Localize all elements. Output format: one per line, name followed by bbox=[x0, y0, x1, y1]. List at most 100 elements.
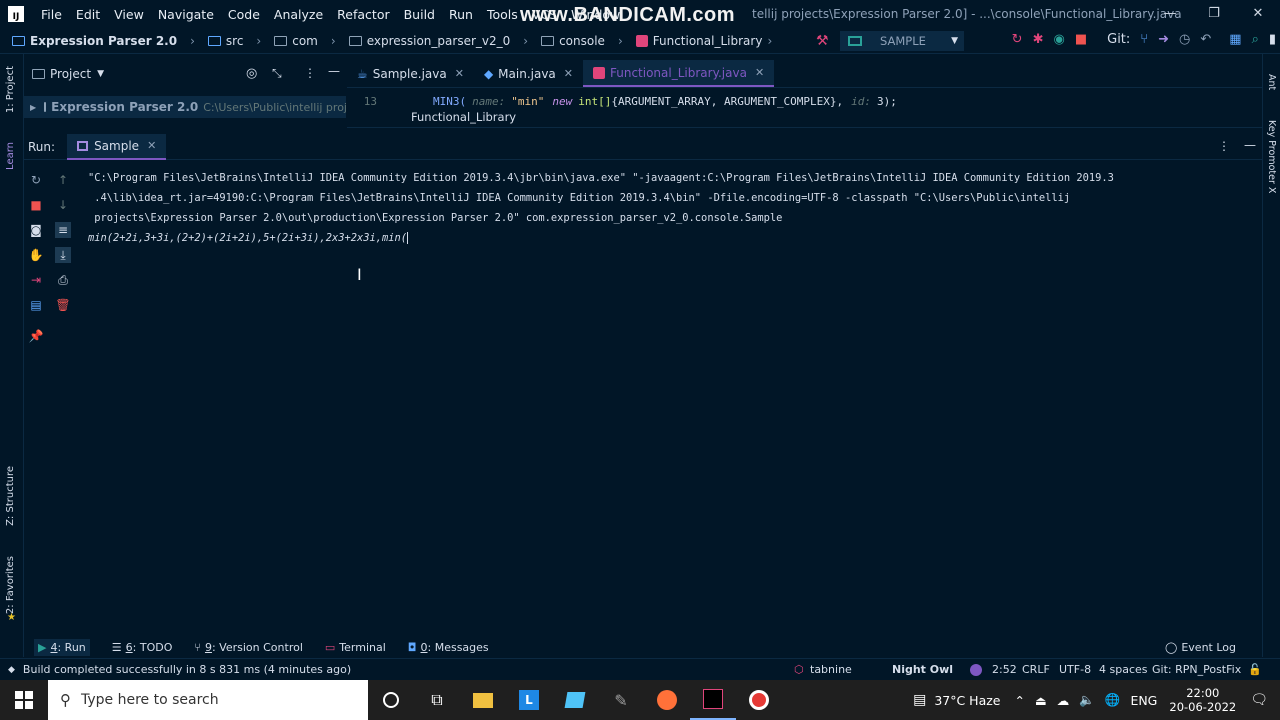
menu-code[interactable]: Code bbox=[221, 7, 267, 22]
weather-label[interactable]: 37°C Haze bbox=[934, 693, 1000, 708]
status-toggle-icon[interactable]: ◆ bbox=[8, 665, 15, 675]
theme-label[interactable]: Night Owl bbox=[892, 663, 953, 676]
tool-key-promoter[interactable]: Key Promoter X bbox=[1266, 120, 1277, 193]
scroll-to-end-icon[interactable]: ⤓ bbox=[55, 247, 71, 263]
language-indicator[interactable]: ENG bbox=[1130, 693, 1157, 708]
menu-run[interactable]: Run bbox=[442, 7, 480, 22]
stop-icon[interactable]: ■ bbox=[28, 197, 44, 213]
notification-icon[interactable]: 🗨 bbox=[1250, 692, 1268, 708]
cortana-icon[interactable] bbox=[368, 680, 414, 720]
tool-project[interactable]: 1: Project bbox=[5, 66, 16, 113]
taskbar-search[interactable]: ⚲ Type here to search bbox=[48, 680, 368, 720]
app-blue-icon[interactable] bbox=[552, 680, 598, 720]
menu-edit[interactable]: Edit bbox=[69, 7, 107, 22]
chevron-down-icon[interactable]: ▼ bbox=[97, 69, 104, 79]
coverage-icon[interactable]: ◉ bbox=[1053, 32, 1064, 47]
locate-icon[interactable]: ◎ bbox=[246, 66, 257, 81]
run-config-selector[interactable]: SAMPLE ▼ bbox=[840, 31, 964, 51]
file-explorer-icon[interactable] bbox=[460, 680, 506, 720]
close-tab-icon[interactable]: ✕ bbox=[564, 67, 573, 80]
tool-tab-run[interactable]: ▶ 4: Run bbox=[34, 638, 90, 656]
event-log-button[interactable]: ◯ Event Log bbox=[1165, 641, 1236, 654]
nav-src[interactable]: src bbox=[204, 34, 248, 48]
line-separator[interactable]: CRLF bbox=[1022, 663, 1050, 676]
usb-icon[interactable]: ⏏ bbox=[1035, 693, 1047, 708]
expand-arrow-icon[interactable]: ▶ bbox=[30, 103, 36, 112]
close-tab-icon[interactable]: ✕ bbox=[755, 66, 764, 79]
git-branch-status[interactable]: Git: RPN_PostFix bbox=[1152, 663, 1241, 676]
cloud-icon[interactable]: ☁ bbox=[1057, 693, 1070, 708]
menu-view[interactable]: View bbox=[107, 7, 151, 22]
volume-icon[interactable]: 🔈 bbox=[1079, 692, 1095, 708]
bandicam-record-icon[interactable] bbox=[736, 680, 782, 720]
nav-console[interactable]: console bbox=[537, 34, 609, 48]
menu-analyze[interactable]: Analyze bbox=[267, 7, 330, 22]
tool-tab-messages[interactable]: ◘ 0: Messages bbox=[408, 641, 489, 654]
menu-refactor[interactable]: Refactor bbox=[330, 7, 396, 22]
dump-threads-icon[interactable]: ✋ bbox=[28, 247, 44, 263]
build-hammer-icon[interactable]: ⚒ bbox=[816, 33, 829, 49]
intellij-logo-icon[interactable]: IJ bbox=[8, 6, 24, 22]
restore-icon[interactable]: ❐ bbox=[1192, 0, 1236, 28]
tool-tab-terminal[interactable]: ▭ Terminal bbox=[325, 641, 386, 654]
exit-icon[interactable]: ⇥ bbox=[28, 272, 44, 288]
history-icon[interactable]: ◷ bbox=[1179, 32, 1190, 47]
hide-panel-icon[interactable]: — bbox=[1244, 138, 1256, 152]
file-encoding[interactable]: UTF-8 bbox=[1059, 663, 1091, 676]
console-input-line[interactable]: min(2+2i,3+3i,(2+2)+(2i+2i),5+(2i+3i),2x… bbox=[88, 228, 1248, 248]
menu-navigate[interactable]: Navigate bbox=[151, 7, 221, 22]
collapse-icon[interactable]: ⤡ bbox=[272, 66, 282, 81]
project-panel-title[interactable]: Project bbox=[50, 67, 91, 81]
intellij-taskbar-icon[interactable] bbox=[690, 680, 736, 720]
rollback-icon[interactable]: ↶ bbox=[1200, 32, 1211, 47]
console-output[interactable]: "C:\Program Files\JetBrains\IntelliJ IDE… bbox=[88, 168, 1248, 628]
nav-file[interactable]: Functional_Library › bbox=[632, 34, 782, 48]
nav-package[interactable]: expression_parser_v2_0 bbox=[345, 34, 515, 48]
camera-icon[interactable]: ◙ bbox=[28, 222, 44, 238]
rerun-icon[interactable]: ↻ bbox=[1012, 32, 1023, 47]
soft-wrap-icon[interactable]: ≡ bbox=[55, 222, 71, 238]
tabnine-icon[interactable]: ▮ bbox=[1269, 32, 1276, 47]
app-l-icon[interactable]: L bbox=[506, 680, 552, 720]
stop-icon[interactable]: ■ bbox=[1075, 32, 1087, 47]
arrow-down-icon[interactable]: ↓ bbox=[55, 197, 71, 213]
print-icon[interactable]: ⎙ bbox=[55, 272, 71, 288]
git-branch-icon[interactable]: ⑂ bbox=[1140, 32, 1148, 47]
tabnine-label[interactable]: tabnine bbox=[810, 663, 852, 676]
search-everywhere-icon[interactable]: ⌕ bbox=[1252, 32, 1259, 47]
tab-sample-java[interactable]: ☕ Sample.java ✕ bbox=[347, 60, 474, 87]
pin-icon[interactable]: 📌 bbox=[28, 328, 44, 344]
layout-icon[interactable]: ▤ bbox=[28, 297, 44, 313]
tab-functional-library-java[interactable]: Functional_Library.java ✕ bbox=[583, 60, 775, 87]
tool-learn[interactable]: Learn bbox=[5, 142, 16, 170]
trash-icon[interactable]: 🗑 bbox=[55, 297, 71, 313]
tool-tab-version-control[interactable]: ⑂ 9: Version Control bbox=[194, 641, 303, 654]
arrow-up-icon[interactable]: ↑ bbox=[55, 172, 71, 188]
project-tree-root[interactable]: ▶ Expression Parser 2.0 C:\Users\Public\… bbox=[24, 96, 346, 118]
more-options-icon[interactable]: ⋮ bbox=[304, 66, 316, 80]
close-tab-icon[interactable]: ✕ bbox=[455, 67, 464, 80]
run-tab-sample[interactable]: Sample ✕ bbox=[67, 133, 167, 160]
status-message[interactable]: Build completed successfully in 8 s 831 … bbox=[23, 663, 351, 676]
menu-file[interactable]: File bbox=[34, 7, 69, 22]
editor-breadcrumb[interactable]: Functional_Library bbox=[347, 110, 1262, 128]
nav-project[interactable]: Expression Parser 2.0 bbox=[8, 34, 181, 48]
nav-com[interactable]: com bbox=[270, 34, 322, 48]
tool-tab-todo[interactable]: ☰ 6: TODO bbox=[112, 641, 173, 654]
menu-tools[interactable]: Tools bbox=[480, 7, 525, 22]
menu-build[interactable]: Build bbox=[397, 7, 442, 22]
app-gimp-icon[interactable]: ✎ bbox=[598, 680, 644, 720]
firefox-icon[interactable] bbox=[644, 680, 690, 720]
indent-setting[interactable]: 4 spaces bbox=[1099, 663, 1148, 676]
tab-main-java[interactable]: ◆ Main.java ✕ bbox=[474, 60, 583, 87]
git-push-icon[interactable]: ➜ bbox=[1158, 32, 1169, 47]
windows-start-icon[interactable] bbox=[15, 691, 33, 709]
hide-panel-icon[interactable]: — bbox=[328, 64, 340, 78]
tool-favorites[interactable]: 2: Favorites bbox=[5, 556, 16, 614]
minimize-icon[interactable]: — bbox=[1148, 0, 1192, 28]
project-structure-icon[interactable]: ▦ bbox=[1229, 32, 1241, 47]
debug-icon[interactable]: ✱ bbox=[1033, 32, 1044, 47]
chevron-up-icon[interactable]: ⌃ bbox=[1014, 693, 1024, 708]
lock-icon[interactable]: 🔓 bbox=[1248, 663, 1262, 676]
task-view-icon[interactable]: ⧉ bbox=[414, 680, 460, 720]
